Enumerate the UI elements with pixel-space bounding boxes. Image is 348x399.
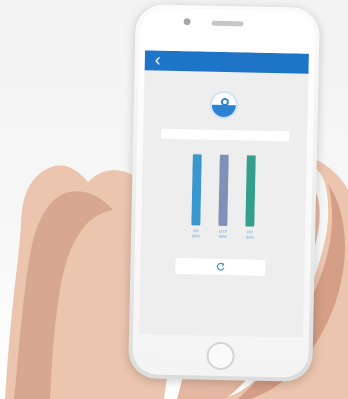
filter-pp-track — [191, 153, 202, 226]
filter-mtf-value: 98% — [218, 233, 228, 240]
water-drop-icon — [209, 90, 239, 120]
filter-ro-track — [245, 154, 256, 227]
phone-in-hand-scene: ‹ PP 98% MTF 98% RO 99% — [0, 0, 348, 399]
filter-pp-fill — [191, 154, 202, 226]
filter-ro-value: 99% — [245, 234, 255, 240]
refresh-button[interactable] — [175, 258, 266, 276]
filter-ro-fill — [245, 155, 256, 227]
status-field — [161, 128, 290, 142]
earpiece-speaker — [211, 20, 244, 27]
smartphone: ‹ PP 98% MTF 98% RO 99% — [128, 4, 320, 382]
filter-levels: PP 98% MTF 98% RO 99% — [186, 153, 272, 240]
refresh-icon — [216, 262, 225, 271]
app-screen: ‹ PP 98% MTF 98% RO 99% — [139, 50, 309, 338]
filter-pp-value: 98% — [191, 233, 201, 239]
filter-pp: PP 98% — [186, 153, 208, 247]
filter-mtf: MTF 98% — [213, 153, 235, 248]
app-bar: ‹ — [144, 50, 309, 74]
filter-mtf-track — [218, 153, 229, 227]
water-level-fill — [211, 104, 236, 118]
filter-mtf-fill — [218, 155, 229, 227]
back-button[interactable]: ‹ — [150, 50, 166, 70]
filter-ro: RO 99% — [240, 154, 262, 248]
chevron-left-icon: ‹ — [154, 50, 161, 70]
